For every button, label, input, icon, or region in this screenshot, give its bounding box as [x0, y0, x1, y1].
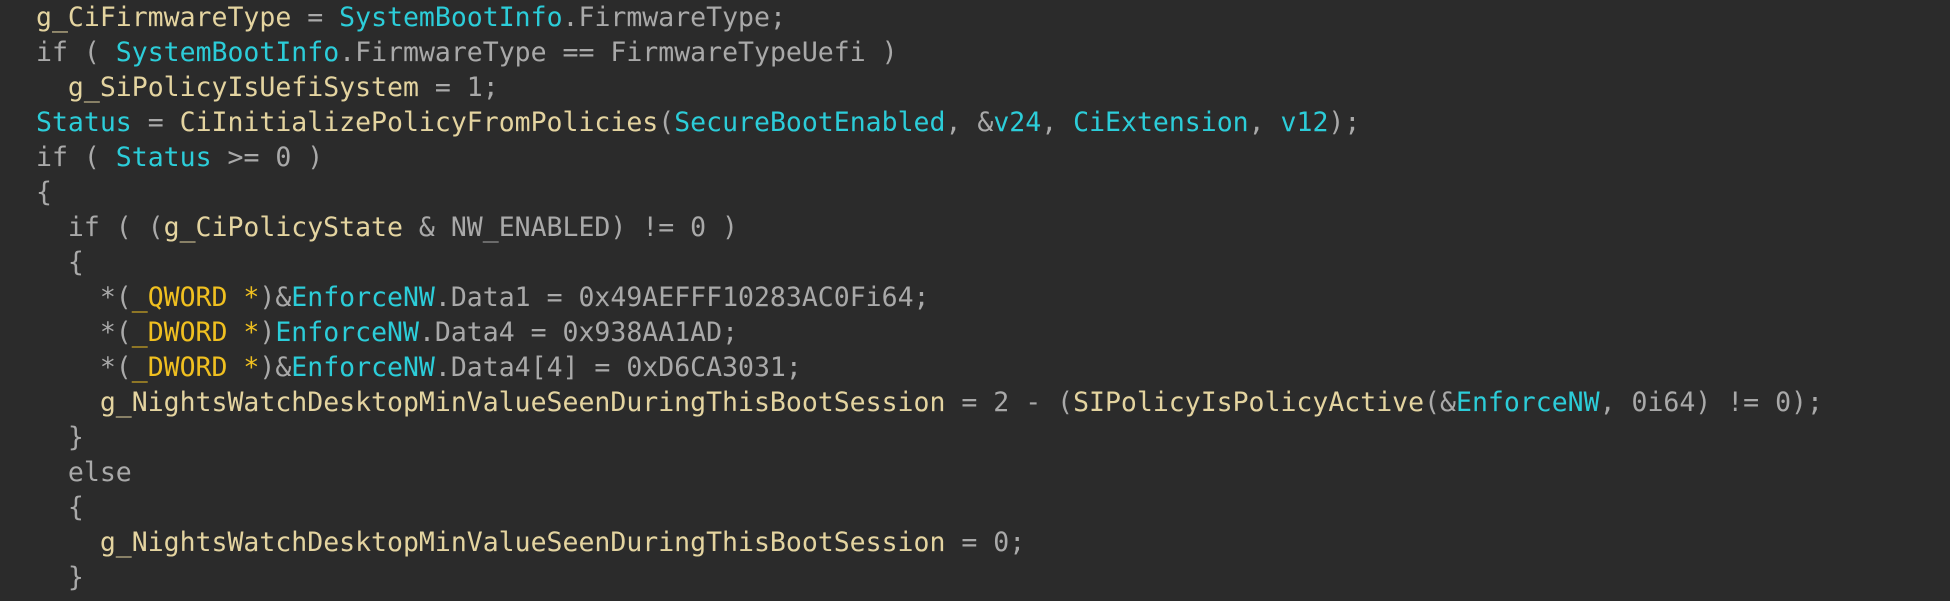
code-token-field: .Data4 = 0x938AA1AD; [418, 317, 739, 348]
code-token-punct: *( [36, 282, 132, 313]
code-line[interactable]: Status = CiInitializePolicyFromPolicies(… [36, 105, 1823, 140]
code-line[interactable]: *(_QWORD *)&EnforceNW.Data1 = 0x49AEFFF1… [36, 280, 1823, 315]
code-token-punct [36, 527, 100, 558]
code-token-kw: if [36, 37, 68, 68]
code-token-var: SystemBootInfo [115, 37, 340, 68]
code-token-field: .FirmwareType; [562, 2, 786, 33]
code-line[interactable]: { [36, 175, 1823, 210]
code-token-punct: , & [945, 107, 994, 138]
code-token-punct: { [36, 177, 52, 208]
code-token-const: & NW_ENABLED) != 0 ) [402, 212, 739, 243]
code-token-var: EnforceNW [291, 352, 435, 383]
code-token-punct: { [36, 247, 84, 278]
code-token-op: >= 0 ) [211, 142, 324, 173]
code-token-punct: ( [67, 37, 116, 68]
code-token-punct: ; [482, 72, 499, 103]
code-token-var: v24 [993, 107, 1042, 138]
code-token-gvar: g_NightsWatchDesktopMinValueSeenDuringTh… [99, 387, 946, 418]
code-token-type: _QWORD * [131, 282, 260, 313]
code-token-kw: if ( ( [36, 212, 164, 243]
code-token-punct: ) [259, 317, 276, 348]
code-line[interactable]: if ( (g_CiPolicyState & NW_ENABLED) != 0… [36, 210, 1823, 245]
code-token-var: Status [115, 142, 212, 173]
code-token-punct: ( [67, 142, 116, 173]
code-line[interactable]: else [36, 455, 1823, 490]
code-line[interactable]: } [36, 560, 1823, 595]
code-token-type: _DWORD * [131, 352, 260, 383]
code-token-field: .Data4[4] = 0xD6CA3031; [434, 352, 802, 383]
code-token-var: v12 [1280, 107, 1329, 138]
code-token-var: EnforceNW [1455, 387, 1600, 418]
code-token-gvar: g_CiFirmwareType [36, 2, 292, 33]
code-token-field: .FirmwareType == FirmwareTypeUefi ) [339, 37, 898, 68]
code-line[interactable]: g_NightsWatchDesktopMinValueSeenDuringTh… [36, 525, 1823, 560]
code-line[interactable]: *(_DWORD *)EnforceNW.Data4 = 0x938AA1AD; [36, 315, 1823, 350]
code-line[interactable]: { [36, 490, 1823, 525]
code-editor[interactable]: g_CiFirmwareType = SystemBootInfo.Firmwa… [0, 0, 1950, 601]
code-token-var: Status [36, 107, 132, 138]
code-token-punct [36, 72, 68, 103]
code-token-var: SecureBootEnabled [674, 107, 946, 138]
code-token-op: = [131, 107, 180, 138]
code-token-op: = [418, 72, 467, 103]
code-token-punct: )& [259, 282, 292, 313]
code-token-num: , 0i64) != 0); [1599, 387, 1823, 418]
code-token-var: EnforceNW [291, 282, 435, 313]
code-line[interactable]: if ( Status >= 0 ) [36, 140, 1823, 175]
code-token-op: = 0; [945, 527, 1026, 558]
code-lines: g_CiFirmwareType = SystemBootInfo.Firmwa… [36, 0, 1823, 595]
code-line[interactable]: } [36, 420, 1823, 455]
code-token-op: = [291, 2, 340, 33]
code-token-type: _DWORD * [131, 317, 260, 348]
code-token-gvar: g_NightsWatchDesktopMinValueSeenDuringTh… [99, 527, 946, 558]
code-line[interactable]: g_SiPolicyIsUefiSystem = 1; [36, 70, 1823, 105]
code-token-punct: )& [259, 352, 292, 383]
code-token-var: CiExtension [1073, 107, 1249, 138]
code-token-punct: { [36, 492, 84, 523]
code-line[interactable]: g_NightsWatchDesktopMinValueSeenDuringTh… [36, 385, 1823, 420]
code-token-punct: } [36, 562, 84, 593]
code-token-func: SIPolicyIsPolicyActive [1073, 387, 1425, 418]
code-token-punct: *( [36, 317, 132, 348]
code-token-punct: ( [658, 107, 675, 138]
code-token-punct: *( [36, 352, 132, 383]
code-token-punct: , [1041, 107, 1074, 138]
code-token-punct [36, 387, 100, 418]
code-token-punct: , [1248, 107, 1281, 138]
code-token-punct: ); [1328, 107, 1361, 138]
code-token-gvar: g_SiPolicyIsUefiSystem [67, 72, 419, 103]
code-line[interactable]: g_CiFirmwareType = SystemBootInfo.Firmwa… [36, 0, 1823, 35]
code-line[interactable]: if ( SystemBootInfo.FirmwareType == Firm… [36, 35, 1823, 70]
code-token-op: = 2 - ( [945, 387, 1074, 418]
code-token-punct: (& [1424, 387, 1456, 418]
code-line[interactable]: { [36, 245, 1823, 280]
code-token-field: .Data1 = 0x49AEFFF10283AC0Fi64; [434, 282, 930, 313]
code-token-gvar: g_CiPolicyState [163, 212, 403, 243]
code-line[interactable]: *(_DWORD *)&EnforceNW.Data4[4] = 0xD6CA3… [36, 350, 1823, 385]
code-token-num: 1 [466, 72, 483, 103]
code-token-punct: } [36, 422, 84, 453]
code-token-func: CiInitializePolicyFromPolicies [179, 107, 659, 138]
code-token-var: EnforceNW [275, 317, 419, 348]
code-token-var: SystemBootInfo [339, 2, 563, 33]
code-token-kw: else [36, 457, 132, 488]
code-token-kw: if [36, 142, 68, 173]
